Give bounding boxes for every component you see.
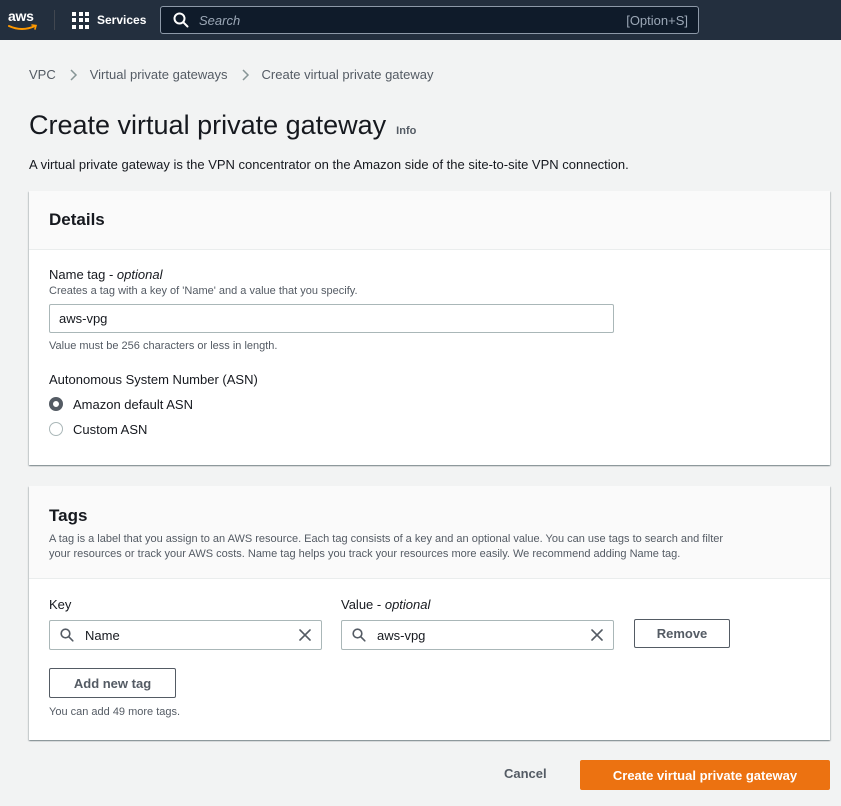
info-link[interactable]: Info xyxy=(396,125,416,137)
value-label-text: Value - xyxy=(341,597,385,612)
breadcrumb: VPC Virtual private gateways Create virt… xyxy=(29,67,434,82)
page-description: A virtual private gateway is the VPN con… xyxy=(29,157,629,172)
search-icon xyxy=(173,12,189,28)
breadcrumb-item-vpc[interactable]: VPC xyxy=(29,67,56,82)
remove-tag-button[interactable]: Remove xyxy=(634,619,730,648)
search-icon xyxy=(60,628,74,642)
name-tag-label: Name tag - optional xyxy=(49,267,810,282)
search-icon xyxy=(352,628,366,642)
tag-value-value: aws-vpg xyxy=(377,627,426,643)
aws-logo-text: aws xyxy=(8,8,34,24)
radio-custom-asn[interactable]: Custom ASN xyxy=(49,419,810,439)
breadcrumb-item-virtual-private-gateways[interactable]: Virtual private gateways xyxy=(90,67,228,82)
radio-label: Custom ASN xyxy=(73,421,148,437)
services-grid-icon xyxy=(72,11,89,29)
top-navigation-bar: aws Services Search [Option+S] xyxy=(0,0,841,40)
name-tag-input[interactable]: aws-vpg xyxy=(49,304,614,333)
tags-panel-header: Tags A tag is a label that you assign to… xyxy=(29,486,830,579)
radio-button-checked[interactable] xyxy=(49,397,63,411)
page-title-row: Create virtual private gateway Info xyxy=(29,110,416,141)
nav-divider xyxy=(54,10,55,30)
tag-key-value: Name xyxy=(85,627,120,643)
details-title: Details xyxy=(49,210,105,229)
tags-description-line: A tag is a label that you assign to an A… xyxy=(49,533,724,545)
cancel-button[interactable]: Cancel xyxy=(504,766,547,781)
services-label: Services xyxy=(97,13,147,27)
clear-icon[interactable] xyxy=(298,628,312,642)
tags-description-line: your resources or track your AWS costs. … xyxy=(49,548,681,560)
name-tag-label-text: Name tag - xyxy=(49,267,117,282)
tag-limit-text: You can add 49 more tags. xyxy=(49,706,181,718)
tags-description: A tag is a label that you assign to an A… xyxy=(49,532,810,562)
name-tag-optional-text: optional xyxy=(116,267,163,282)
name-tag-constraint: Value must be 256 characters or less in … xyxy=(49,340,278,352)
chevron-right-icon xyxy=(70,68,77,81)
key-label: Key xyxy=(49,597,72,612)
asn-label: Autonomous System Number (ASN) xyxy=(49,372,258,387)
add-new-tag-button[interactable]: Add new tag xyxy=(49,668,176,698)
page-title: Create virtual private gateway xyxy=(29,110,387,140)
search-shortcut-hint: [Option+S] xyxy=(626,12,688,28)
name-tag-description: Creates a tag with a key of 'Name' and a… xyxy=(49,285,358,297)
breadcrumb-current: Create virtual private gateway xyxy=(261,67,434,82)
create-virtual-private-gateway-button[interactable]: Create virtual private gateway xyxy=(580,760,830,790)
details-panel-header: Details xyxy=(29,191,830,250)
global-search-input[interactable]: Search [Option+S] xyxy=(160,6,699,34)
tag-value-input[interactable]: aws-vpg xyxy=(341,620,614,650)
tags-title: Tags xyxy=(49,506,88,525)
aws-smile-icon xyxy=(8,24,38,30)
clear-icon[interactable] xyxy=(590,628,604,642)
radio-label: Amazon default ASN xyxy=(73,396,193,412)
details-panel: Details Name tag - optional Creates a ta… xyxy=(29,191,830,465)
radio-amazon-default-asn[interactable]: Amazon default ASN xyxy=(49,394,810,414)
value-optional-text: optional xyxy=(384,597,431,612)
tags-panel: Tags A tag is a label that you assign to… xyxy=(29,486,830,740)
chevron-right-icon xyxy=(241,68,249,81)
search-placeholder: Search xyxy=(199,12,241,28)
value-label: Value - optional xyxy=(341,597,430,612)
aws-logo[interactable]: aws xyxy=(8,8,40,32)
radio-button-unchecked[interactable] xyxy=(49,422,63,436)
tag-key-input[interactable]: Name xyxy=(49,620,322,650)
services-menu-button[interactable]: Services xyxy=(72,10,146,30)
